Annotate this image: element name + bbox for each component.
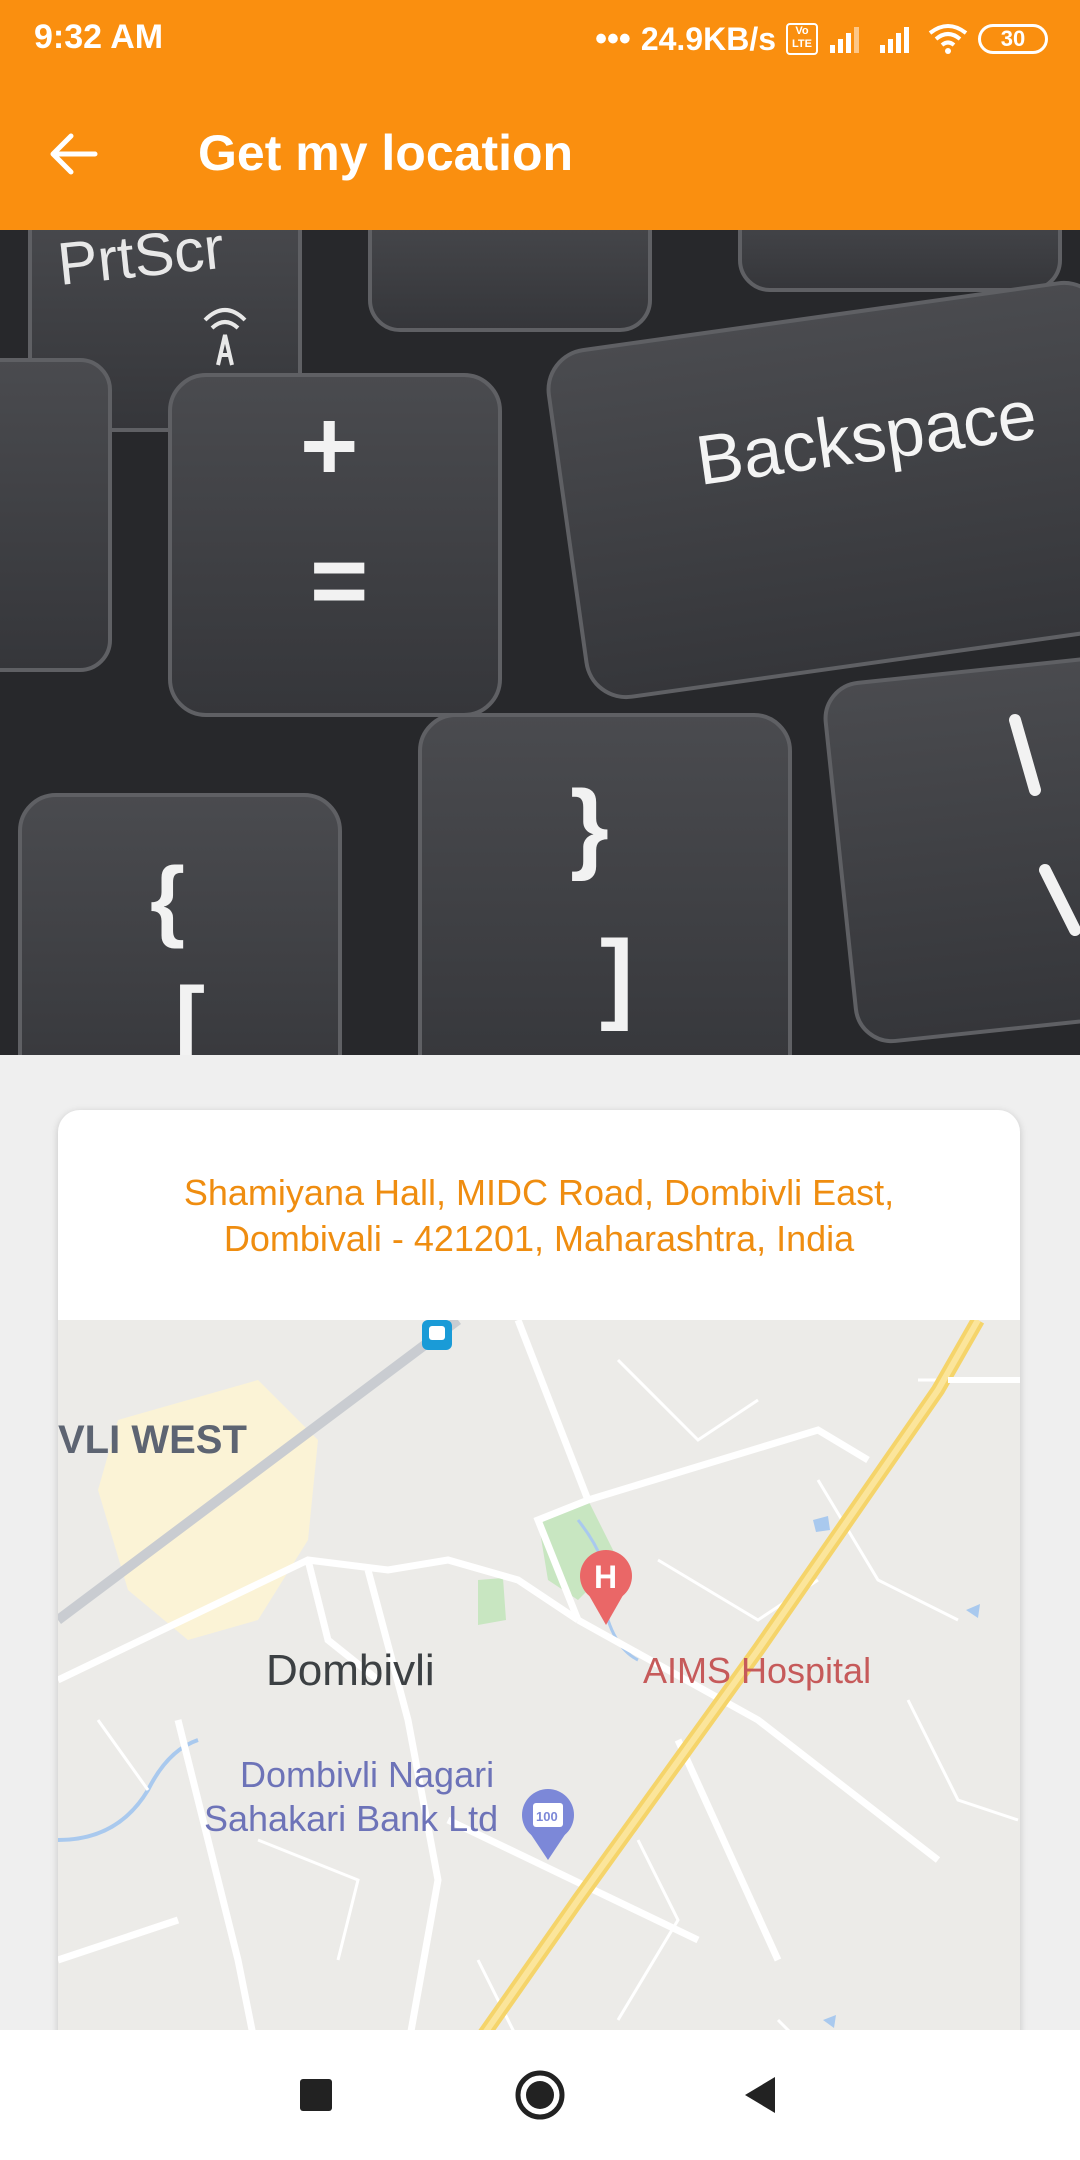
battery-icon: 30	[978, 24, 1048, 54]
app-bar: Get my location	[0, 78, 1080, 230]
key-label-bracket-close: ]	[600, 920, 633, 1032]
key-label-equals: =	[310, 525, 368, 637]
key-top3	[738, 230, 1062, 292]
key-label-bracket-open: [	[175, 970, 205, 1055]
key-label-brace-close: }	[570, 770, 609, 882]
svg-text:H: H	[594, 1559, 617, 1595]
map-label-hospital: AIMS Hospital	[643, 1650, 872, 1691]
back-nav-button[interactable]	[730, 2065, 790, 2125]
volte-icon: Vo LTE	[786, 23, 818, 55]
battery-level: 30	[1000, 26, 1026, 51]
map-label-bank-line-1: Dombivli Nagari	[240, 1754, 495, 1795]
location-photo: PrtScr + = Backspace { [ } ]	[0, 230, 1080, 1055]
status-time: 9:32 AM	[34, 18, 164, 56]
key-top2	[368, 230, 652, 332]
signal-icon-1	[830, 27, 859, 53]
map-label-bank-line-2: Sahakari Bank Ltd	[204, 1798, 499, 1839]
key-label-plus: +	[300, 390, 358, 502]
key-label-brace-open: {	[150, 850, 185, 950]
signal-icon-2	[880, 27, 909, 53]
map-label-city: Dombivli	[266, 1646, 435, 1695]
page-title: Get my location	[198, 125, 574, 181]
square-icon	[300, 2079, 332, 2111]
bank-pin-icon: 100	[522, 1789, 574, 1860]
status-bar: 9:32 AM ••• 24.9KB/s Vo LTE 30	[0, 0, 1080, 78]
address-line-1: Shamiyana Hall, MIDC Road, Dombivli East…	[183, 1172, 895, 1213]
svg-text:100: 100	[536, 1809, 558, 1824]
network-speed: 24.9KB/s	[640, 20, 776, 57]
key-backslash	[823, 656, 1080, 1044]
address-line-2: Dombivali - 421201, Maharashtra, India	[223, 1218, 855, 1259]
circle-icon	[515, 2070, 565, 2120]
arrow-back-icon	[50, 133, 98, 175]
map-label-area-west: VLI WEST	[58, 1418, 247, 1462]
keyboard-photo: PrtScr + = Backspace { [ } ]	[0, 230, 1080, 1055]
home-button[interactable]	[510, 2065, 570, 2125]
key-left-edge	[0, 358, 112, 672]
recent-apps-button[interactable]	[286, 2065, 346, 2125]
triangle-back-icon	[745, 2077, 775, 2113]
dots-icon: •••	[595, 19, 631, 58]
location-card: Shamiyana Hall, MIDC Road, Dombivli East…	[58, 1110, 1020, 2160]
hospital-pin-icon: H	[580, 1550, 632, 1625]
address-text: Shamiyana Hall, MIDC Road, Dombivli East…	[98, 1170, 980, 1262]
back-button[interactable]	[34, 114, 114, 194]
system-nav-bar	[0, 2030, 1080, 2160]
status-icons: ••• 24.9KB/s Vo LTE 30	[595, 18, 1048, 60]
wifi-icon	[928, 24, 968, 54]
